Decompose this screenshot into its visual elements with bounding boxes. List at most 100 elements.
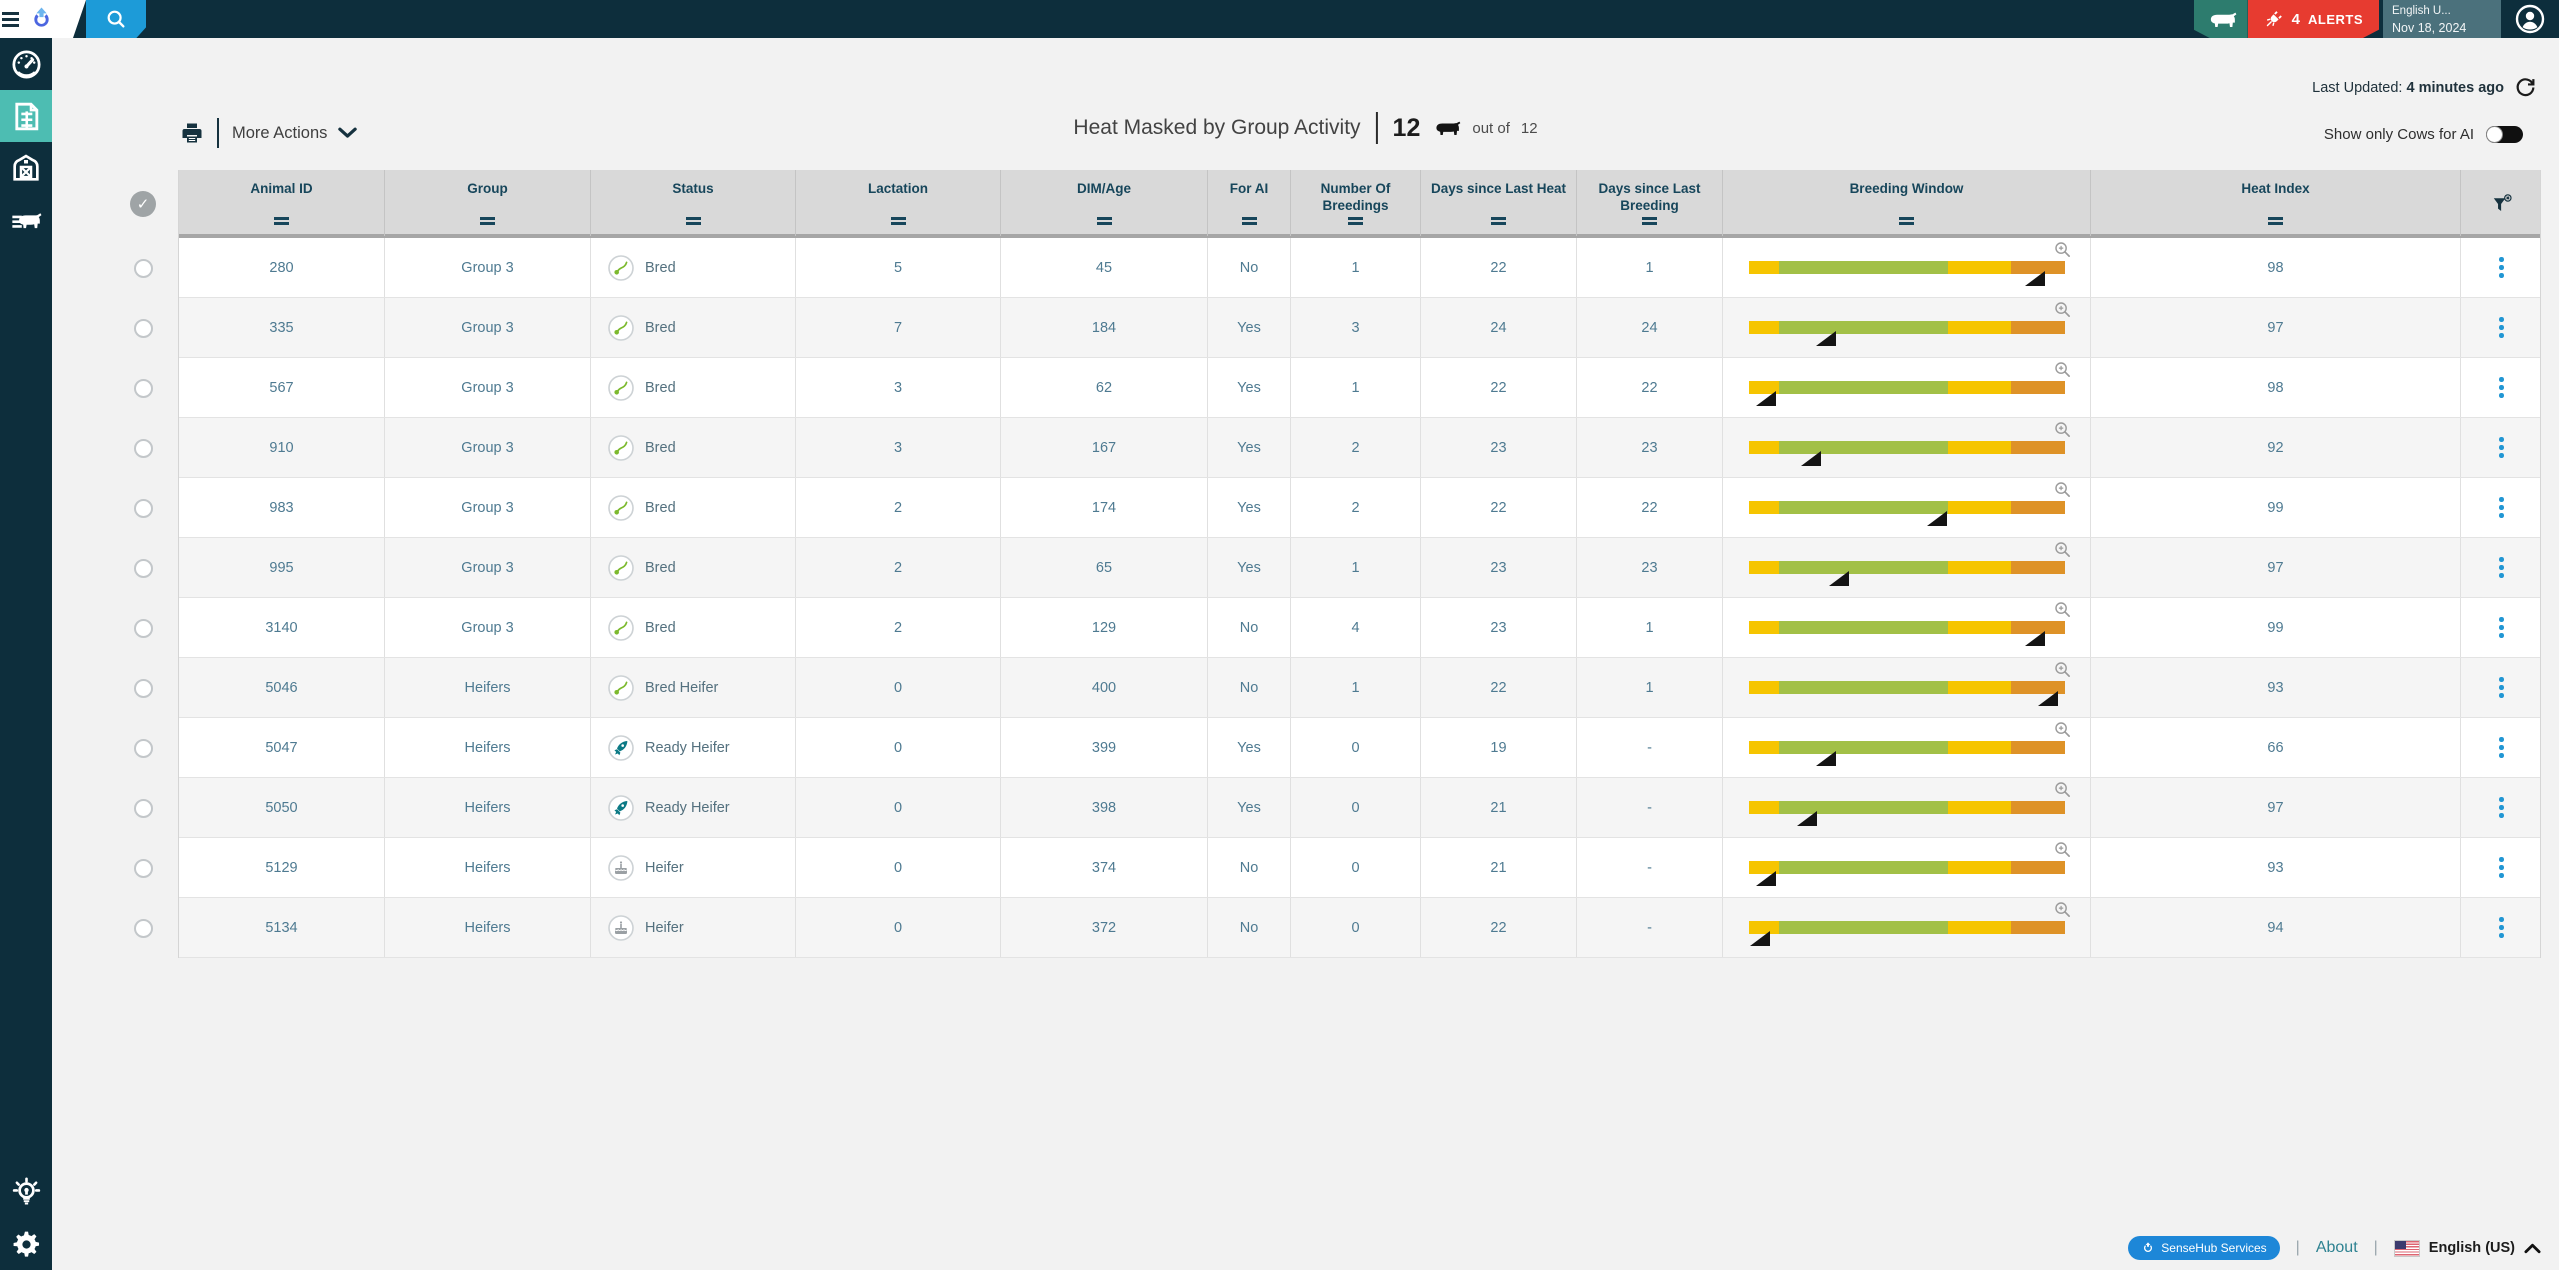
column-header-group[interactable]: Group (385, 170, 591, 236)
column-filter-icon[interactable] (1242, 215, 1257, 228)
select-all-button[interactable]: ✓ (130, 191, 156, 217)
sidebar-item-suggestions[interactable] (0, 1166, 52, 1218)
column-filter-icon[interactable] (274, 215, 289, 228)
zoom-in-icon[interactable] (2054, 481, 2071, 498)
sensehub-services-button[interactable]: SenseHub Services (2128, 1236, 2279, 1260)
column-filter-icon[interactable] (1348, 215, 1363, 228)
column-header-dim-age[interactable]: DIM/Age (1001, 170, 1208, 236)
table-row[interactable]: 335 Group 3 Bred 7 184 Yes 3 24 24 97 (179, 298, 2540, 358)
column-filter-icon[interactable] (1491, 215, 1506, 228)
table-row[interactable]: 5046 Heifers Bred Heifer 0 400 No 1 22 1… (179, 658, 2540, 718)
account-button[interactable] (2501, 0, 2559, 38)
zoom-in-icon[interactable] (2054, 241, 2071, 258)
row-select-radio[interactable] (134, 799, 153, 818)
row-select-radio[interactable] (134, 439, 153, 458)
column-filter-icon[interactable] (891, 215, 906, 228)
zoom-in-icon[interactable] (2054, 661, 2071, 678)
table-row[interactable]: 910 Group 3 Bred 3 167 Yes 2 23 23 92 (179, 418, 2540, 478)
row-menu-button[interactable] (2493, 251, 2510, 284)
cell-days-since-last-breeding: 24 (1577, 298, 1723, 357)
table-row[interactable]: 995 Group 3 Bred 2 65 Yes 1 23 23 97 (179, 538, 2540, 598)
table-row[interactable]: 5134 Heifers Heifer 0 372 No 0 22 - 94 (179, 898, 2540, 958)
column-header-lactation[interactable]: Lactation (796, 170, 1001, 236)
zoom-in-icon[interactable] (2054, 841, 2071, 858)
table-row[interactable]: 567 Group 3 Bred 3 62 Yes 1 22 22 98 (179, 358, 2540, 418)
column-header-animal-id[interactable]: Animal ID (179, 170, 385, 236)
zoom-in-icon[interactable] (2054, 721, 2071, 738)
row-menu-button[interactable] (2493, 611, 2510, 644)
column-header-breeding-window[interactable]: Breeding Window (1723, 170, 2091, 236)
sidebar-item-settings[interactable] (0, 1218, 52, 1270)
row-menu-button[interactable] (2493, 431, 2510, 464)
alerts-button[interactable]: 4 ALERTS (2248, 0, 2379, 38)
row-menu-button[interactable] (2493, 731, 2510, 764)
refresh-button[interactable] (2514, 76, 2537, 99)
row-select-radio[interactable] (134, 919, 153, 938)
row-menu-button[interactable] (2493, 791, 2510, 824)
sidebar-item-farm[interactable] (0, 142, 52, 194)
column-header-days-since-last-breeding[interactable]: Days since Last Breeding (1577, 170, 1723, 236)
cell-animal-id: 5129 (179, 838, 385, 897)
row-menu-button[interactable] (2493, 551, 2510, 584)
cell-status: Ready Heifer (591, 718, 796, 777)
row-menu-button[interactable] (2493, 851, 2510, 884)
cell-breeding-window (1723, 298, 2091, 357)
row-select-radio[interactable] (134, 259, 153, 278)
menu-icon[interactable] (2, 9, 19, 30)
row-menu-button[interactable] (2493, 671, 2510, 704)
row-select-radio[interactable] (134, 319, 153, 338)
row-select-radio[interactable] (134, 379, 153, 398)
table-row[interactable]: 983 Group 3 Bred 2 174 Yes 2 22 22 99 (179, 478, 2540, 538)
column-filter-icon[interactable] (1097, 215, 1112, 228)
zoom-in-icon[interactable] (2054, 541, 2071, 558)
row-select-cell (116, 538, 170, 598)
column-header-for-ai[interactable]: For AI (1208, 170, 1291, 236)
sidebar-item-reports[interactable] (0, 90, 52, 142)
row-menu-button[interactable] (2493, 911, 2510, 944)
zoom-in-icon[interactable] (2054, 301, 2071, 318)
column-filter-icon[interactable] (1642, 215, 1657, 228)
row-menu-button[interactable] (2493, 311, 2510, 344)
row-select-radio[interactable] (134, 559, 153, 578)
breeding-window-bar (1749, 561, 2065, 574)
table-row[interactable]: 5047 Heifers Ready Heifer 0 399 Yes 0 19… (179, 718, 2540, 778)
language-date-panel[interactable]: English U... Nov 18, 2024 (2383, 0, 2501, 38)
zoom-in-icon[interactable] (2054, 901, 2071, 918)
row-select-radio[interactable] (134, 499, 153, 518)
column-filter-icon[interactable] (2268, 215, 2283, 228)
column-filter-icon[interactable] (1899, 215, 1914, 228)
table-row[interactable]: 3140 Group 3 Bred 2 129 No 4 23 1 99 (179, 598, 2540, 658)
sidebar-item-dashboard[interactable] (0, 38, 52, 90)
column-header-days-since-last-heat[interactable]: Days since Last Heat (1421, 170, 1577, 236)
cow-list-button[interactable] (2194, 0, 2248, 38)
zoom-in-icon[interactable] (2054, 781, 2071, 798)
row-menu-button[interactable] (2493, 371, 2510, 404)
column-header-status[interactable]: Status (591, 170, 796, 236)
table-row[interactable]: 5050 Heifers Ready Heifer 0 398 Yes 0 21… (179, 778, 2540, 838)
column-filter-icon[interactable] (686, 215, 701, 228)
column-header-heat-index[interactable]: Heat Index (2091, 170, 2461, 236)
row-select-cell (116, 478, 170, 538)
language-selector[interactable]: English (US) (2394, 1240, 2541, 1257)
row-select-radio[interactable] (134, 739, 153, 758)
column-filter-icon[interactable] (480, 215, 495, 228)
zoom-in-icon[interactable] (2054, 601, 2071, 618)
print-button[interactable] (180, 121, 204, 145)
cake-icon (608, 855, 634, 881)
sidebar-item-cow-sorting[interactable] (0, 194, 52, 246)
zoom-in-icon[interactable] (2054, 361, 2071, 378)
about-link[interactable]: About (2316, 1239, 2358, 1257)
row-select-radio[interactable] (134, 619, 153, 638)
zoom-in-icon[interactable] (2054, 421, 2071, 438)
row-select-radio[interactable] (134, 859, 153, 878)
search-button[interactable] (86, 0, 146, 38)
cell-number-of-breedings: 1 (1291, 658, 1421, 717)
table-row[interactable]: 280 Group 3 Bred 5 45 No 1 22 1 98 (179, 238, 2540, 298)
row-select-radio[interactable] (134, 679, 153, 698)
table-row[interactable]: 5129 Heifers Heifer 0 374 No 0 21 - 93 (179, 838, 2540, 898)
row-menu-button[interactable] (2493, 491, 2510, 524)
column-header-number-of-breedings[interactable]: Number Of Breedings (1291, 170, 1421, 236)
clear-filter-button[interactable] (2461, 170, 2542, 236)
more-actions-button[interactable]: More Actions (232, 124, 357, 143)
show-only-toggle[interactable] (2486, 126, 2523, 143)
